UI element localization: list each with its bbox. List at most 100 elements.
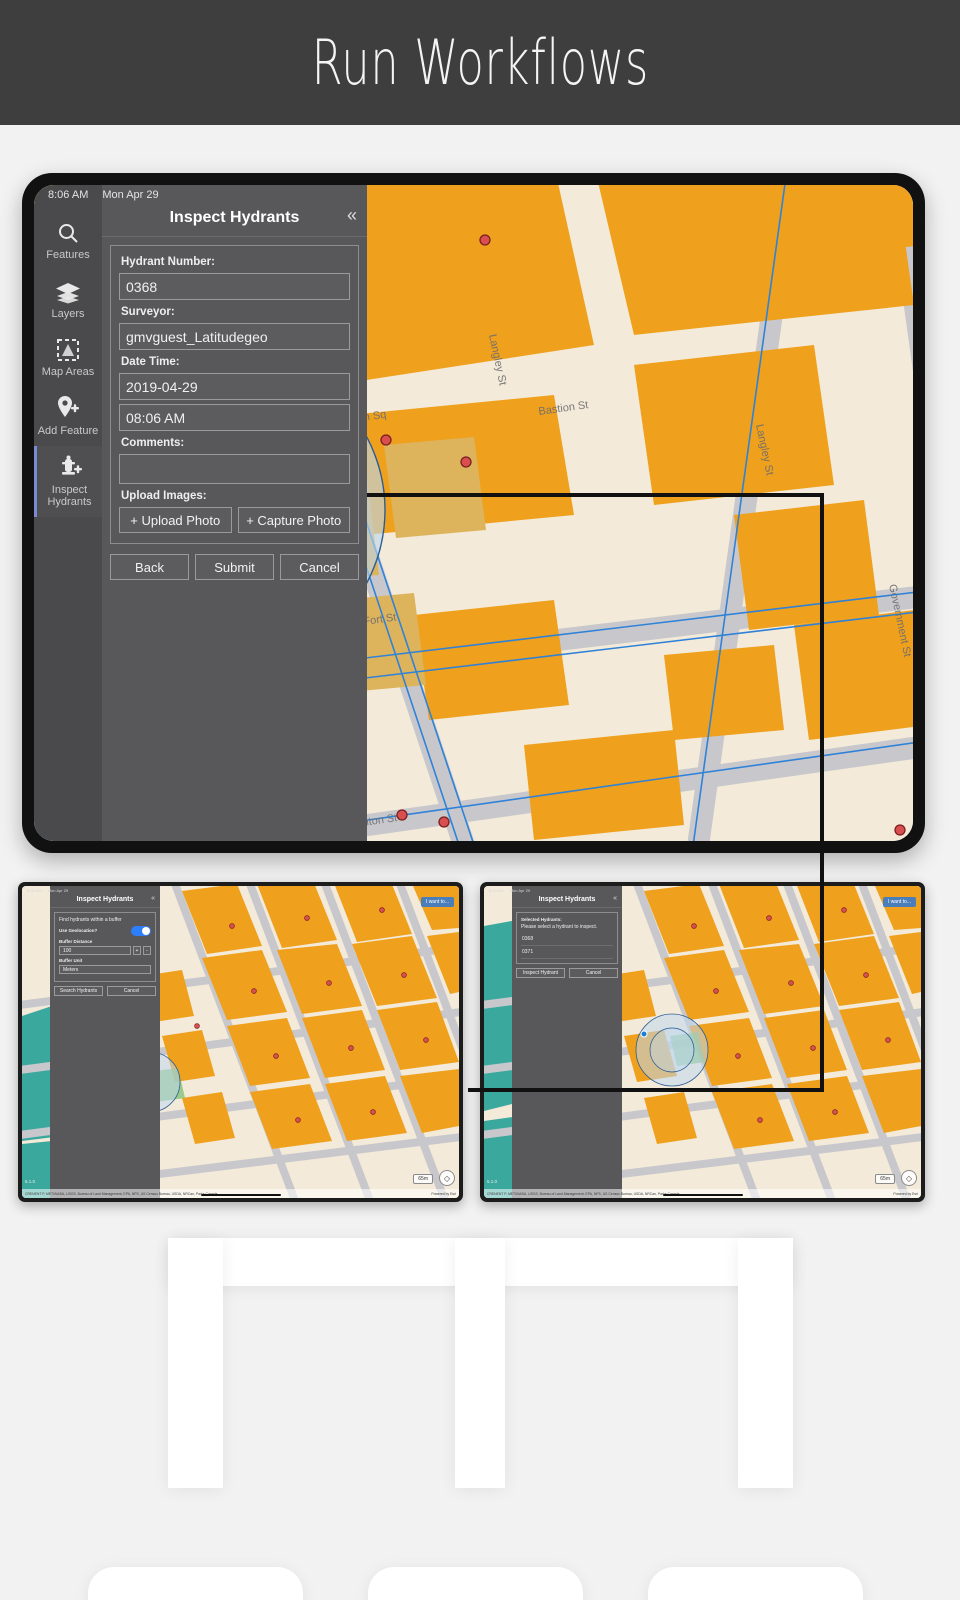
page-banner: Run Workflows xyxy=(0,0,960,125)
geolocation-label: Use Geolocation? xyxy=(59,927,98,933)
upload-images-label: Upload Images: xyxy=(121,490,207,502)
main-sidebar-rail: Features Layers Map Areas Add Feature In… xyxy=(34,185,102,841)
thumb-right-select-form: Selected Hydrants: Please select a hydra… xyxy=(516,912,618,964)
sidebar-item-features[interactable]: Features xyxy=(34,211,102,270)
thumb-right-panel-title: Inspect Hydrants xyxy=(538,896,596,903)
thumb-right-compass-icon[interactable]: ◇ xyxy=(901,1170,917,1186)
thumb-left-home-indicator xyxy=(200,1194,281,1196)
geolocation-toggle[interactable] xyxy=(131,926,151,936)
sidebar-item-label: Features xyxy=(46,249,90,261)
photo-buttons-row: + Upload Photo + Capture Photo xyxy=(119,507,350,533)
search-icon xyxy=(56,219,80,245)
thumb-left-compass-icon[interactable]: ◇ xyxy=(439,1170,455,1186)
placeholder-column-mid xyxy=(455,1238,505,1488)
thumb-left-i-want-to-button[interactable]: I want to... xyxy=(420,897,454,907)
status-date: Mon Apr 29 xyxy=(47,887,69,893)
thumb-left-panel: Inspect Hydrants « Find hydrants within … xyxy=(50,886,160,1198)
hydrant-number-input[interactable]: 0368 xyxy=(119,273,350,300)
thumb-right-i-want-to-button[interactable]: I want to... xyxy=(882,897,916,907)
sidebar-item-label: Layers xyxy=(51,307,85,320)
thumbnail-left-screen: 5.1.0 I want to... 65m ◇ CRENENT P, METI… xyxy=(22,886,459,1198)
hydrant-number-label: Hydrant Number: xyxy=(121,256,215,268)
placeholder-card-left xyxy=(88,1567,303,1600)
page-title: Run Workflows xyxy=(311,26,649,99)
date-time-label: Date Time: xyxy=(121,356,180,368)
status-date: Mon Apr 29 xyxy=(102,189,159,201)
thumbnail-left-device: 5.1.0 I want to... 65m ◇ CRENENT P, METI… xyxy=(18,882,463,1202)
thumb-left-version: 5.1.0 xyxy=(25,1179,36,1184)
comments-label: Comments: xyxy=(121,437,185,449)
powered-by-text: Powered by Esri xyxy=(893,1191,918,1196)
inspect-hydrant-button[interactable]: Inspect Hydrant xyxy=(516,968,565,978)
placeholder-card-mid xyxy=(368,1567,583,1600)
thumb-right-home-indicator xyxy=(662,1194,743,1196)
map-areas-icon xyxy=(56,336,80,362)
form-action-row: Back Submit Cancel xyxy=(110,554,359,580)
placeholder-column-right xyxy=(738,1238,793,1488)
status-time: 8:06 AM xyxy=(48,189,89,201)
cancel-button[interactable]: Cancel xyxy=(569,968,618,978)
capture-photo-button[interactable]: + Capture Photo xyxy=(237,507,350,533)
sidebar-item-label: Add Feature xyxy=(37,424,99,437)
collapse-panel-icon[interactable]: « xyxy=(151,895,155,902)
hydrant-add-icon xyxy=(57,454,83,480)
thumbnail-right-screen: 5.1.0 I want to... 65m ◇ CRENENT P, METI… xyxy=(484,886,921,1198)
surveyor-label: Surveyor: xyxy=(121,306,175,318)
layers-icon xyxy=(55,278,81,304)
status-time: 8:03 AM xyxy=(489,887,504,893)
status-bar: 8:06 AM Mon Apr 29 xyxy=(34,185,913,205)
hydrant-form: Hydrant Number: 0368 Surveyor: gmvguest_… xyxy=(110,245,359,544)
callout-line-vertical xyxy=(820,493,824,1090)
thumb-right-scale-bar: 65m xyxy=(875,1174,895,1184)
search-hydrants-button[interactable]: Search Hydrants xyxy=(54,986,103,996)
thumb-left-status-bar: 8:02 AM Mon Apr 29 xyxy=(22,886,459,894)
collapse-panel-icon[interactable]: « xyxy=(613,895,617,902)
selected-hydrants-label: Selected Hydrants: xyxy=(521,917,562,922)
buffer-unit-select[interactable]: Meters xyxy=(59,965,151,974)
surveyor-input[interactable]: gmvguest_Latitudegeo xyxy=(119,323,350,350)
cancel-button[interactable]: Cancel xyxy=(280,554,359,580)
buffer-distance-input[interactable]: 100 xyxy=(59,946,131,955)
buffer-distance-stepper-up[interactable]: + xyxy=(133,946,141,955)
status-time: 8:02 AM xyxy=(27,887,42,893)
collapse-panel-icon[interactable]: « xyxy=(347,205,357,226)
submit-button[interactable]: Submit xyxy=(195,554,274,580)
thumb-left-scale-bar: 65m xyxy=(413,1174,433,1184)
buffer-form-heading: Find hydrants within a buffer xyxy=(59,917,122,923)
cancel-button[interactable]: Cancel xyxy=(107,986,156,996)
sidebar-item-label: Inspect Hydrants xyxy=(47,483,92,509)
panel-title: Inspect Hydrants xyxy=(169,208,300,226)
hydrant-option[interactable]: 0371 xyxy=(521,946,613,959)
status-date: Mon Apr 29 xyxy=(509,887,531,893)
attribution-text: CRENENT P, METI/NASA, USGS, Bureau of La… xyxy=(25,1191,218,1196)
sidebar-item-layers[interactable]: Layers xyxy=(34,270,102,329)
main-tablet-device: Wharf St Langley St Wharf St Langley St … xyxy=(22,173,925,853)
main-tablet-screen: Wharf St Langley St Wharf St Langley St … xyxy=(34,185,913,841)
thumb-left-buffer-form: Find hydrants within a buffer Use Geoloc… xyxy=(54,912,156,982)
buffer-distance-row: 100 + - xyxy=(59,946,151,958)
placeholder-column-left xyxy=(168,1238,223,1488)
buffer-unit-label: Buffer Unit xyxy=(59,958,83,963)
sidebar-item-map-areas[interactable]: Map Areas xyxy=(34,328,102,387)
thumbnail-right-device: 5.1.0 I want to... 65m ◇ CRENENT P, METI… xyxy=(480,882,925,1202)
sidebar-item-add-feature[interactable]: Add Feature xyxy=(34,387,102,446)
buffer-distance-label: Buffer Distance xyxy=(59,939,93,944)
callout-line-to-thumbs xyxy=(468,1088,824,1092)
upload-photo-button[interactable]: + Upload Photo xyxy=(119,507,232,533)
comments-input[interactable] xyxy=(119,454,350,484)
select-prompt-text: Please select a hydrant to inspect. xyxy=(521,924,598,930)
sidebar-item-inspect-hydrants[interactable]: Inspect Hydrants xyxy=(34,445,102,517)
thumb-right-version: 5.1.0 xyxy=(487,1179,498,1184)
back-button[interactable]: Back xyxy=(110,554,189,580)
time-input[interactable]: 08:06 AM xyxy=(119,404,350,431)
thumb-right-panel: Inspect Hydrants « Selected Hydrants: Pl… xyxy=(512,886,622,1198)
thumb-right-status-bar: 8:03 AM Mon Apr 29 xyxy=(484,886,921,894)
date-input[interactable]: 2019-04-29 xyxy=(119,373,350,400)
add-feature-pin-icon xyxy=(56,395,80,421)
sidebar-item-label: Map Areas xyxy=(41,366,95,379)
thumb-right-action-row: Inspect Hydrant Cancel xyxy=(516,968,618,978)
hydrant-option[interactable]: 0368 xyxy=(521,933,613,946)
powered-by-text: Powered by Esri xyxy=(431,1191,456,1196)
stage: Wharf St Langley St Wharf St Langley St … xyxy=(0,125,960,1600)
buffer-distance-stepper-down[interactable]: - xyxy=(143,946,151,955)
